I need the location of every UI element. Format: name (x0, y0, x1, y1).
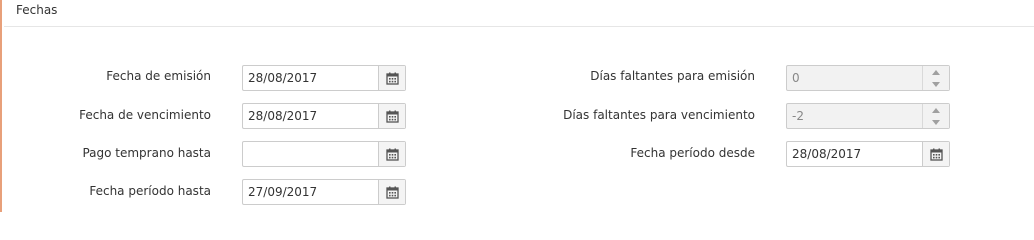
chevron-up-icon (932, 107, 940, 113)
fecha-emision-calendar-button[interactable] (378, 66, 405, 90)
pago-temprano-calendar-button[interactable] (378, 142, 405, 166)
fecha-periodo-desde-calendar-button[interactable] (922, 142, 949, 166)
dias-emision-input (787, 66, 921, 90)
label-dias-emision: Días faltantes para emisión (590, 69, 755, 83)
pago-temprano-input[interactable] (243, 142, 380, 166)
chevron-down-icon (932, 119, 940, 125)
label-fecha-emision: Fecha de emisión (106, 69, 211, 83)
section-divider (4, 26, 1034, 27)
calendar-icon (385, 186, 399, 199)
dias-emision-spinner (922, 66, 949, 90)
fecha-periodo-hasta-calendar-button[interactable] (378, 180, 405, 204)
fecha-periodo-hasta-input[interactable] (243, 180, 380, 204)
panel-accent-bar (0, 0, 2, 212)
dias-vencimiento-spin-down[interactable] (923, 116, 949, 128)
calendar-icon (929, 148, 943, 161)
fecha-emision-input[interactable] (243, 66, 380, 90)
label-dias-vencimiento: Días faltantes para vencimiento (563, 108, 755, 122)
fecha-vencimiento-calendar-button[interactable] (378, 104, 405, 128)
fecha-periodo-desde-field[interactable] (786, 141, 950, 167)
fecha-emision-field[interactable] (242, 65, 406, 91)
label-fecha-periodo-hasta: Fecha período hasta (89, 184, 211, 198)
dias-emision-spin-up[interactable] (923, 66, 949, 78)
dias-vencimiento-spin-up[interactable] (923, 104, 949, 116)
calendar-icon (385, 148, 399, 161)
fecha-vencimiento-input[interactable] (243, 104, 380, 128)
calendar-icon (385, 72, 399, 85)
fecha-periodo-hasta-field[interactable] (242, 179, 406, 205)
label-fecha-periodo-desde: Fecha período desde (630, 146, 755, 160)
chevron-up-icon (932, 69, 940, 75)
calendar-icon (385, 110, 399, 123)
label-fecha-vencimiento: Fecha de vencimiento (79, 108, 211, 122)
fecha-vencimiento-field[interactable] (242, 103, 406, 129)
dias-vencimiento-field (786, 103, 950, 129)
pago-temprano-field[interactable] (242, 141, 406, 167)
label-pago-temprano: Pago temprano hasta (82, 146, 211, 160)
fecha-periodo-desde-input[interactable] (787, 142, 924, 166)
section-title: Fechas (16, 3, 58, 17)
chevron-down-icon (932, 81, 940, 87)
dias-vencimiento-spinner (922, 104, 949, 128)
fechas-panel: Fechas Fecha de emisión Fecha de vencimi… (0, 0, 1034, 212)
dias-emision-field (786, 65, 950, 91)
dias-emision-spin-down[interactable] (923, 78, 949, 90)
dias-vencimiento-input (787, 104, 921, 128)
